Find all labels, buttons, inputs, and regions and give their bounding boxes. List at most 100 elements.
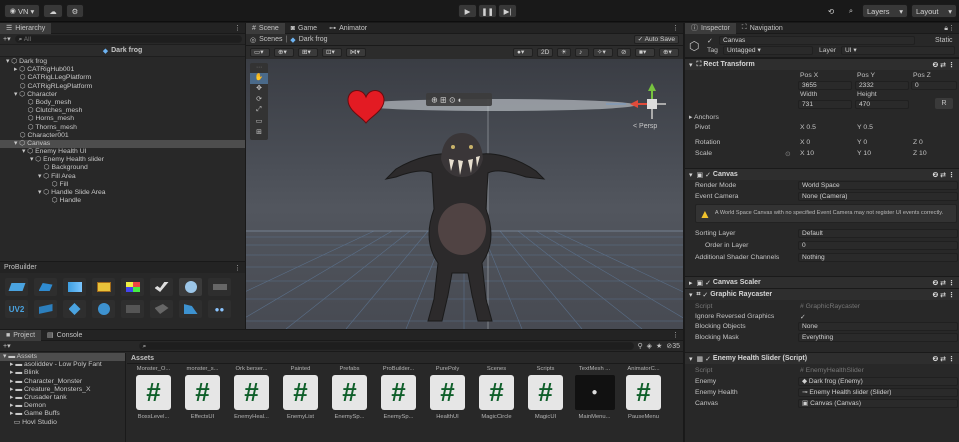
account-dropdown[interactable]: ◉ VN ▾ [4, 4, 40, 18]
breadcrumb-scenes[interactable]: Scenes [259, 36, 282, 43]
flip-normals-icon[interactable] [34, 300, 57, 318]
hierarchy-item[interactable]: ⬡ Background [0, 164, 245, 172]
pos-z-field[interactable]: 0 [911, 81, 957, 90]
tree-item[interactable]: ▸ ▬ Demon [0, 402, 125, 410]
scale-z-field[interactable]: Z 10 [913, 150, 927, 157]
uv2-icon[interactable]: UV2 [5, 300, 28, 318]
hidden-packages-icon[interactable]: ⊘35 [666, 342, 680, 350]
gizmo-pivot-dropdown[interactable]: ⊕▾ [274, 48, 294, 57]
pivot-x-field[interactable]: X 0.5 [800, 124, 816, 131]
ignore-reversed-checkbox[interactable]: ✓ [800, 313, 806, 321]
tree-item-assets[interactable]: ▾ ▬ Assets [0, 353, 125, 362]
tree-item[interactable]: ▸ ▬ Character_Monster [0, 378, 125, 386]
breadcrumb-current[interactable]: Dark frog [299, 36, 328, 43]
pos-x-field[interactable]: 3655 [798, 81, 852, 90]
layer-dropdown[interactable]: UI ▾ [841, 46, 955, 55]
tab-inspector[interactable]: ⓘ Inspector [685, 22, 736, 34]
canvas-field[interactable]: ▣ Canvas (Canvas) [798, 399, 958, 408]
hand-tool-icon[interactable]: ✋ [250, 73, 268, 84]
select-face-icon[interactable] [179, 278, 202, 296]
smoothing-icon[interactable] [63, 278, 86, 296]
step-button[interactable]: ▶| [498, 4, 517, 18]
vertex-colors-icon[interactable] [121, 278, 144, 296]
persp-label[interactable]: < Persp [633, 123, 657, 130]
folder-item[interactable]: Scenes [472, 366, 521, 372]
tab-scene[interactable]: # Scene [246, 22, 285, 34]
panel-menu-icon[interactable]: ⋮ [234, 264, 241, 272]
search-icon[interactable]: ⌕ [843, 4, 859, 18]
anchors-foldout[interactable]: ▸ Anchors [689, 113, 719, 121]
script-asset[interactable]: # MagicCircle [472, 375, 521, 420]
tab-navigation[interactable]: ⛶ Navigation [736, 23, 789, 34]
gizmos-dropdown[interactable]: ⊕▾ [659, 48, 679, 57]
folder-item[interactable]: Painted [276, 366, 325, 372]
rect-tool-icon[interactable]: ▭ [250, 117, 268, 128]
component-menu-icon[interactable]: ❷ ⇄ ⋮ [932, 279, 959, 287]
hidden-objects-icon[interactable]: ⊘ [617, 48, 631, 57]
snap-dropdown[interactable]: ⊞▾ [298, 48, 318, 57]
graphic-raycaster-header[interactable]: ▾ ⌗ ✓ Graphic Raycaster ❷ ⇄ ⋮ [685, 288, 959, 300]
tab-animator[interactable]: ⊶ Animator [323, 23, 373, 34]
drag-handle-icon[interactable]: ⋯ [250, 64, 268, 73]
enemy-health-slider-header[interactable]: ▾ ▦ ✓ Enemy Health Slider (Script) ❷ ⇄ ⋮ [685, 352, 959, 364]
event-camera-field[interactable]: None (Camera) [798, 192, 958, 201]
folder-item[interactable]: PurePoly [423, 366, 472, 372]
raw-edit-button[interactable]: R [935, 98, 953, 109]
enemy-field[interactable]: ◆ Dark frog (Enemy) [798, 377, 958, 386]
material-editor-icon[interactable] [150, 278, 173, 296]
script-asset[interactable]: # BossLevel... [129, 375, 178, 420]
active-checkbox[interactable]: ✓ [707, 37, 713, 45]
render-mode-dropdown[interactable]: World Space [798, 181, 958, 190]
tree-item[interactable]: ▸ ▬ Game Buffs [0, 410, 125, 418]
shader-channels-dropdown[interactable]: Nothing [798, 253, 958, 262]
width-field[interactable]: 731 [798, 100, 852, 109]
component-menu-icon[interactable]: ❷ ⇄ ⋮ [932, 171, 959, 179]
component-menu-icon[interactable]: ❷ ⇄ ⋮ [932, 355, 959, 363]
folder-item[interactable]: TextMesh ... [570, 366, 619, 372]
filter-label-icon[interactable]: ◈ [647, 342, 652, 350]
sorting-layer-dropdown[interactable]: Default [798, 229, 958, 238]
script-asset[interactable]: # PauseMenu [619, 375, 668, 420]
increment-dropdown[interactable]: ⋈▾ [346, 48, 366, 57]
add-icon[interactable]: +▾ [3, 35, 11, 43]
tree-item[interactable]: ▭ Hovl Studio [0, 419, 125, 427]
folder-item[interactable]: Scripts [521, 366, 570, 372]
toggle-2d-button[interactable]: 2D [537, 48, 553, 57]
rotation-x-field[interactable]: X 0 [800, 139, 810, 146]
script-asset[interactable]: ● MainMenu... [570, 375, 619, 420]
scale-tool-icon[interactable]: ⤢ [250, 106, 268, 117]
script-asset[interactable]: # EnemyHeal... [227, 375, 276, 420]
script-asset[interactable]: # HealthUI [423, 375, 472, 420]
blocking-mask-dropdown[interactable]: Everything [798, 333, 958, 342]
order-field[interactable]: 0 [798, 241, 958, 250]
script-asset[interactable]: # EffectsUI [178, 375, 227, 420]
rotation-z-field[interactable]: Z 0 [913, 139, 923, 146]
layers-dropdown[interactable]: Layers ▾ [862, 4, 908, 18]
hierarchy-item[interactable]: ⬡ Body_mesh [0, 99, 245, 107]
tree-item[interactable]: ▸ ▬ asoliddev - Low Poly Fant [0, 361, 125, 369]
panel-menu-icon[interactable]: ⋮ [672, 24, 683, 32]
draw-mode-dropdown[interactable]: ▭▾ [250, 48, 270, 57]
grid-dropdown[interactable]: ⊡▾ [322, 48, 342, 57]
tab-project[interactable]: ■ Project [0, 329, 42, 341]
extrude-icon[interactable] [208, 278, 231, 296]
add-icon[interactable]: +▾ [3, 342, 11, 350]
panel-menu-icon[interactable]: ⋮ [672, 331, 683, 339]
hierarchy-item[interactable]: ▾ ⬡ Handle Slide Area [0, 189, 245, 197]
static-checkbox[interactable]: Static [935, 37, 953, 44]
hierarchy-item[interactable]: ⬡ Fill [0, 181, 245, 189]
scale-y-field[interactable]: Y 10 [857, 150, 871, 157]
hierarchy-item[interactable]: ⬡ Character001 [0, 132, 245, 140]
assets-breadcrumb[interactable]: Assets [127, 353, 683, 364]
enemy-health-field[interactable]: ⊸ Enemy Health slider (Slider) [798, 388, 958, 397]
hierarchy-item[interactable]: ⬡ Thorns_mesh [0, 124, 245, 132]
folder-item[interactable]: ProBuilder... [374, 366, 423, 372]
lock-icon[interactable]: 🔒︎⋮ [944, 24, 959, 33]
scale-x-field[interactable]: X 10 [800, 150, 814, 157]
tab-console[interactable]: ▤ Console [41, 330, 88, 341]
script-asset[interactable]: # MagicUI [521, 375, 570, 420]
merge-faces-icon[interactable] [150, 300, 173, 318]
hierarchy-item[interactable]: ▾ ⬡ Character [0, 91, 245, 99]
hierarchy-item[interactable]: ▾ ⬡ Dark frog [0, 58, 245, 66]
play-button[interactable]: ▶ [458, 4, 477, 18]
